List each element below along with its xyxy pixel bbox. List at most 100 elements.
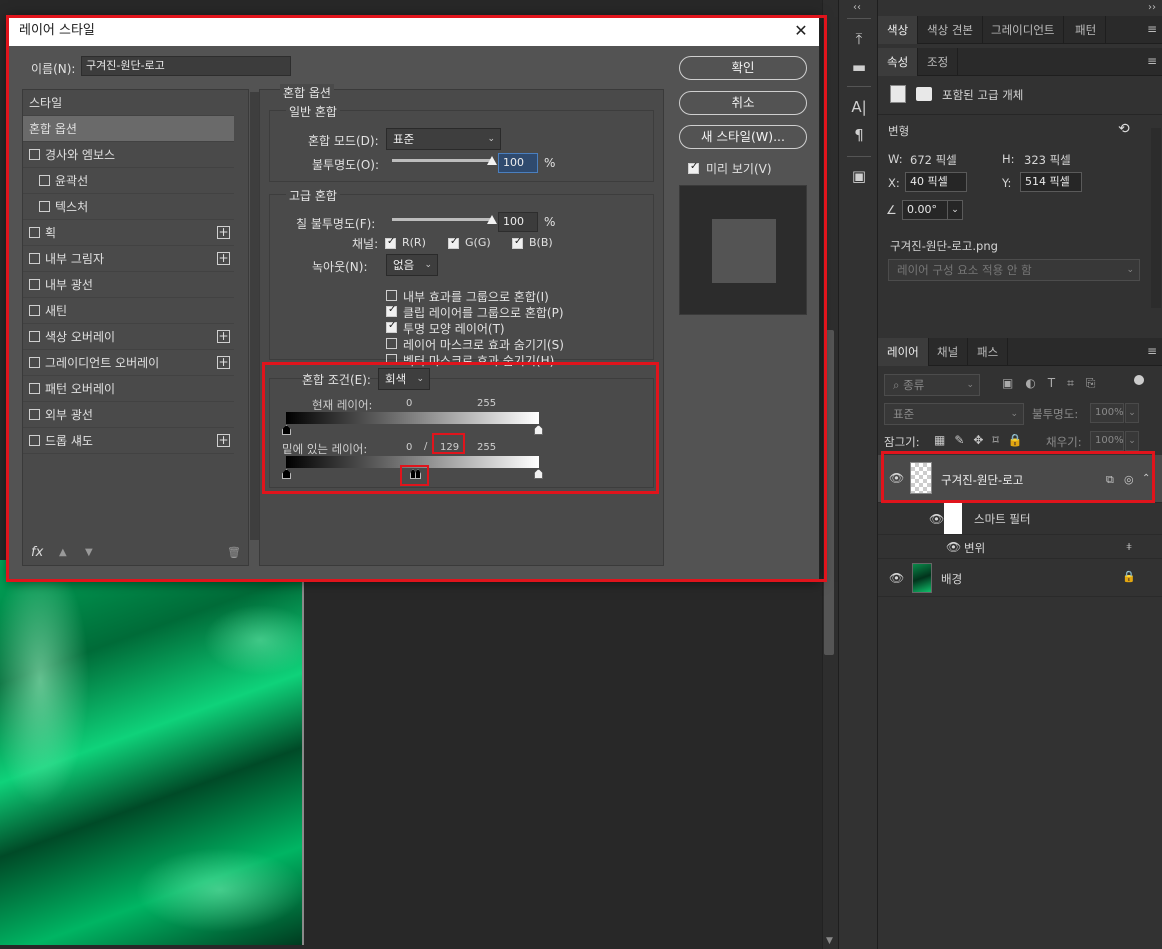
advanced-option-checkbox[interactable] [386, 354, 397, 365]
underlying-gradient[interactable] [286, 456, 539, 468]
panel-menu-icon[interactable]: ≡ [1147, 54, 1157, 68]
visibility-eye-icon[interactable]: 👁 [946, 540, 961, 554]
style-checkbox[interactable] [29, 279, 40, 290]
opacity-input[interactable]: 100 [498, 153, 538, 173]
paragraph-icon[interactable]: ¶ [848, 124, 870, 146]
add-effect-icon[interactable]: + [217, 226, 230, 239]
tab-patterns[interactable]: 패턴 [1066, 16, 1107, 44]
tab-properties[interactable]: 속성 [878, 48, 919, 76]
preview-checkbox[interactable] [688, 161, 699, 174]
tab-adjustments[interactable]: 조정 [918, 48, 959, 76]
style-item[interactable]: 내부 그림자 + [23, 246, 234, 272]
style-item[interactable]: 그레이디언트 오버레이 + [23, 350, 234, 376]
channel-g-checkbox[interactable] [448, 236, 459, 249]
libraries-icon[interactable]: ▣ [848, 165, 870, 187]
canvas-scroll-thumb[interactable] [824, 330, 834, 655]
advanced-option-checkbox[interactable] [386, 338, 397, 349]
h-value[interactable]: 323 픽셀 [1024, 152, 1071, 168]
style-item[interactable]: 윤곽선 [23, 168, 234, 194]
style-checkbox[interactable] [39, 201, 50, 212]
style-checkbox[interactable] [39, 175, 50, 186]
filter-options-icon[interactable]: ⧧ [1126, 539, 1132, 554]
move-down-icon[interactable]: ▼ [85, 547, 93, 558]
filter-mask-thumbnail[interactable] [944, 503, 962, 534]
channel-b-checkbox[interactable] [512, 236, 523, 249]
channel-r-checkbox[interactable] [385, 236, 396, 249]
tab-paths[interactable]: 패스 [968, 338, 1009, 366]
name-input[interactable]: 구겨진-원단-로고 [81, 56, 291, 76]
add-effect-icon[interactable]: + [217, 434, 230, 447]
scroll-down-icon[interactable]: ▼ [826, 936, 833, 946]
style-item[interactable]: 경사와 엠보스 [23, 142, 234, 168]
properties-scrollbar[interactable] [1151, 128, 1161, 308]
style-item[interactable]: 드롭 섀도 + [23, 428, 234, 454]
style-checkbox[interactable] [29, 227, 40, 238]
opacity-slider-thumb[interactable] [487, 156, 497, 165]
angle-dropdown-icon[interactable]: ⌄ [947, 200, 963, 220]
layer-row-logo[interactable]: 👁 구겨진-원단-로고 ⧉ ◎ ⌃ [878, 455, 1162, 503]
style-checkbox[interactable] [29, 409, 40, 420]
layer-name[interactable]: 구겨진-원단-로고 [941, 472, 1023, 488]
style-checkbox[interactable] [29, 383, 40, 394]
layer-comp-select[interactable]: 레이어 구성 요소 적용 안 함 ⌄ [888, 259, 1140, 281]
collapse-icon[interactable]: ‹‹ [853, 2, 861, 13]
advanced-option-checkbox[interactable] [386, 290, 397, 301]
trash-icon[interactable]: 🗑 [227, 546, 241, 559]
style-item[interactable]: 스타일 [23, 90, 234, 116]
style-checkbox[interactable] [29, 305, 40, 316]
knockout-select[interactable]: 없음 ⌄ [386, 254, 438, 276]
add-effect-icon[interactable]: + [217, 356, 230, 369]
style-item[interactable]: 색상 오버레이 + [23, 324, 234, 350]
style-item[interactable]: 새틴 [23, 298, 234, 324]
layer-row-background[interactable]: 👁 배경 🔒 [878, 559, 1162, 597]
blend-mode-select[interactable]: 표준 ⌄ [884, 403, 1024, 425]
advanced-option-checkbox[interactable] [386, 304, 397, 317]
layer-row-smart-filter[interactable]: 👁 스마트 필터 [878, 503, 1162, 535]
style-checkbox[interactable] [29, 357, 40, 368]
w-value[interactable]: 672 픽셀 [910, 152, 957, 168]
fx-badge-icon[interactable]: ◎ [1124, 473, 1134, 486]
style-checkbox[interactable] [29, 253, 40, 264]
fx-icon[interactable]: fx [31, 545, 43, 560]
style-item[interactable]: 획 + [23, 220, 234, 246]
move-up-icon[interactable]: ▲ [59, 547, 67, 558]
y-input[interactable]: 514 픽셀 [1020, 172, 1082, 192]
style-item[interactable]: 혼합 옵션 [23, 116, 234, 142]
style-item[interactable]: 패턴 오버레이 [23, 376, 234, 402]
ok-button[interactable]: 확인 [679, 56, 807, 80]
filter-name[interactable]: 변위 [964, 540, 985, 556]
tab-layers[interactable]: 레이어 [878, 338, 929, 366]
lock-icons[interactable]: ▦✎✥⌑🔒 [934, 433, 1032, 447]
reset-icon[interactable]: ⟲ [1118, 121, 1130, 137]
fill-opacity-input[interactable]: 100 [498, 212, 538, 232]
close-icon[interactable]: ✕ [791, 16, 811, 46]
history-icon[interactable]: ⤒ [848, 28, 870, 50]
blend-if-select[interactable]: 회색 ⌄ [378, 368, 430, 390]
style-checkbox[interactable] [29, 435, 40, 446]
style-item[interactable]: 내부 광선 [23, 272, 234, 298]
panel-menu-icon[interactable]: ≡ [1147, 22, 1157, 36]
tab-channels[interactable]: 채널 [928, 338, 969, 366]
expand-icon[interactable]: ›› [1148, 2, 1156, 13]
layer-filter-icons[interactable]: ▣◐T⌗⎘ [1002, 376, 1108, 391]
style-item[interactable]: 외부 광선 [23, 402, 234, 428]
collapse-arrow-icon[interactable]: ⌃ [1142, 473, 1150, 484]
cancel-button[interactable]: 취소 [679, 91, 807, 115]
tab-swatches[interactable]: 색상 견본 [918, 16, 983, 44]
advanced-option-checkbox[interactable] [386, 320, 397, 333]
tab-gradients[interactable]: 그레이디언트 [982, 16, 1065, 44]
style-checkbox[interactable] [29, 149, 40, 160]
visibility-eye-icon[interactable]: 👁 [889, 471, 904, 485]
this-layer-gradient[interactable] [286, 412, 539, 424]
blend-mode-select[interactable]: 표준 ⌄ [386, 128, 501, 150]
style-item[interactable]: 텍스처 [23, 194, 234, 220]
angle-input[interactable]: 0.00° [902, 200, 948, 220]
new-style-button[interactable]: 새 스타일(W)... [679, 125, 807, 149]
layer-filter-select[interactable]: ⌕ 종류 ⌄ [884, 374, 980, 396]
add-effect-icon[interactable]: + [217, 330, 230, 343]
style-checkbox[interactable] [29, 331, 40, 342]
tab-color[interactable]: 색상 [878, 16, 919, 44]
mask-icon[interactable] [916, 87, 932, 101]
opacity-dropdown-icon[interactable]: ⌄ [1125, 403, 1139, 423]
filter-toggle-icon[interactable] [1134, 375, 1144, 385]
